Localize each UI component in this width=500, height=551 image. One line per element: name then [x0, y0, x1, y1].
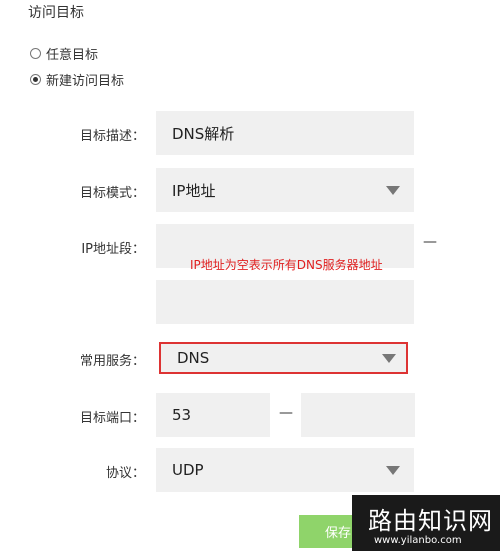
- port-label: 目标端口：: [79, 411, 145, 426]
- protocol-label: 协议：: [105, 466, 145, 481]
- ip-range-label: IP地址段：: [81, 242, 145, 257]
- radio-any-target[interactable]: 任意目标: [30, 44, 98, 63]
- service-label: 常用服务：: [79, 354, 145, 369]
- protocol-select[interactable]: UDP: [156, 448, 414, 492]
- port-start-input[interactable]: 53: [156, 393, 270, 437]
- radio-new-target[interactable]: 新建访问目标: [30, 70, 124, 89]
- description-input[interactable]: DNS解析: [156, 111, 414, 155]
- description-value: DNS解析: [172, 124, 235, 143]
- dropdown-arrow-icon[interactable]: [386, 466, 400, 475]
- section-title: 访问目标: [28, 5, 84, 21]
- dropdown-arrow-icon[interactable]: [386, 186, 400, 195]
- watermark-url: www.yilanbo.com: [374, 535, 462, 546]
- radio-unchecked-icon[interactable]: [30, 48, 41, 59]
- dropdown-arrow-icon[interactable]: [382, 354, 396, 363]
- mode-value: IP地址: [172, 181, 216, 200]
- mode-label: 目标模式：: [79, 186, 145, 201]
- service-value: DNS: [177, 349, 210, 367]
- service-select[interactable]: DNS: [159, 342, 408, 374]
- save-button-label: 保存: [325, 526, 352, 541]
- protocol-value: UDP: [172, 461, 204, 479]
- description-label: 目标描述：: [79, 129, 145, 144]
- ip-range-separator: —: [423, 234, 437, 250]
- watermark: 路由知识网 www.yilanbo.com: [352, 495, 500, 551]
- radio-any-target-label: 任意目标: [46, 48, 99, 63]
- ip-range-end-input[interactable]: [156, 280, 414, 324]
- port-start-value: 53: [172, 406, 192, 424]
- radio-checked-icon[interactable]: [30, 74, 41, 85]
- mode-select[interactable]: IP地址: [156, 168, 414, 212]
- watermark-title: 路由知识网: [368, 507, 493, 535]
- port-separator: —: [279, 405, 293, 421]
- radio-new-target-label: 新建访问目标: [46, 74, 125, 89]
- port-end-input[interactable]: [301, 393, 415, 437]
- ip-annotation: IP地址为空表示所有DNS服务器地址: [190, 258, 383, 272]
